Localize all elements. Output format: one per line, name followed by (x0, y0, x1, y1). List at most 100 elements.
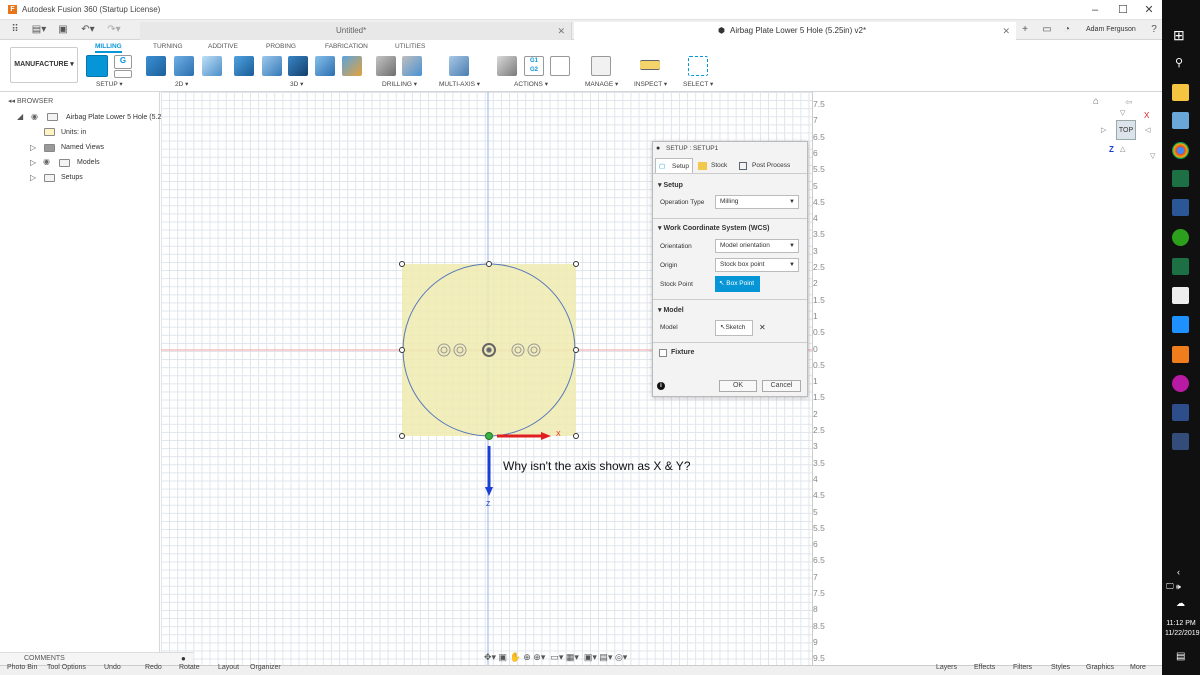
view-left-arrow-icon[interactable]: ▷ (1101, 126, 1106, 134)
group-3d[interactable]: 3D ▾ (290, 80, 303, 88)
photo-bin-button[interactable]: Photo Bin (7, 664, 37, 671)
redo-icon[interactable]: ↷▾ (104, 23, 124, 37)
group-multi-axis[interactable]: MULTI-AXIS ▾ (439, 80, 480, 88)
settings-app-icon[interactable] (1172, 433, 1189, 450)
2d-adaptive-icon[interactable] (146, 56, 166, 76)
setup-sheet-icon[interactable] (114, 70, 132, 78)
tab-stock[interactable]: Stock (695, 158, 733, 173)
redo-button[interactable]: Redo (145, 664, 162, 671)
filters-button[interactable]: Filters (1013, 664, 1032, 671)
visibility-eye-icon[interactable]: ◉ (31, 112, 38, 121)
view-right-arrow-icon[interactable]: ◁ (1145, 126, 1150, 134)
browser-item-setups[interactable]: Setups (61, 174, 83, 181)
minimize-button[interactable]: – (1082, 2, 1108, 18)
browser-item-units[interactable]: Units: in (61, 129, 86, 136)
undo-icon[interactable]: ↶▾ (78, 23, 98, 37)
effects-button[interactable]: Effects (974, 664, 995, 671)
rotate-view-icon[interactable]: ⇦ (1125, 97, 1133, 108)
close-tab-icon[interactable]: ✕ (557, 22, 565, 40)
expand-arrow-icon[interactable]: ◢ (17, 112, 23, 121)
section-fixture[interactable]: Fixture (671, 349, 694, 356)
media-app-icon[interactable] (1172, 375, 1189, 392)
box-point-button[interactable]: ↖ Box Point (715, 276, 760, 292)
3d-adaptive-icon[interactable] (234, 56, 254, 76)
visibility-eye-icon[interactable]: ◉ (43, 157, 50, 166)
simulate-icon[interactable] (497, 56, 517, 76)
scallop-icon[interactable] (342, 56, 362, 76)
view-down-arrow-icon[interactable]: △ (1120, 145, 1125, 153)
layers-button[interactable]: Layers (936, 664, 957, 671)
tablet-app-icon[interactable] (1172, 112, 1189, 129)
new-tab-icon[interactable]: + (1018, 23, 1032, 37)
section-setup[interactable]: ▾ Setup (658, 181, 683, 189)
section-wcs[interactable]: ▾ Work Coordinate System (WCS) (658, 224, 770, 232)
excel-online-icon[interactable] (1172, 258, 1189, 275)
extensions-icon[interactable]: ▭ (1040, 23, 1054, 37)
home-view-icon[interactable]: ⌂ (1093, 96, 1099, 107)
origin-select[interactable]: Stock box point ▼ (715, 258, 799, 272)
workspace-switcher[interactable]: MANUFACTURE ▾ (10, 47, 78, 83)
tab-post-process[interactable]: Post Process (735, 158, 799, 173)
tab-milling[interactable]: MILLING (95, 43, 122, 53)
file-menu-icon[interactable]: ▤▾ (30, 23, 48, 37)
new-setup-folder-icon[interactable] (86, 55, 108, 77)
word-icon[interactable] (1172, 199, 1189, 216)
user-name[interactable]: Adam Ferguson (1086, 26, 1136, 33)
browser-title[interactable]: ◂◂ BROWSER (8, 97, 53, 105)
group-inspect[interactable]: INSPECT ▾ (634, 80, 667, 88)
bore-icon[interactable] (402, 56, 422, 76)
chrome-icon[interactable] (1172, 142, 1189, 159)
maximize-button[interactable]: ☐ (1110, 2, 1136, 18)
clear-selection-icon[interactable]: ✕ (759, 323, 766, 332)
model-selection[interactable]: ↖Sketch (715, 320, 753, 336)
calculator-icon[interactable] (1172, 287, 1189, 304)
tool-library-icon[interactable] (591, 56, 611, 76)
navigation-bar[interactable]: ✥▾ ▣ ✋ ⊕ ⊕▾ ▭▾ ▦▾ ▣▾ ▤▾ ◎▾ (484, 652, 627, 663)
windows-start-icon[interactable]: ⊞ (1173, 27, 1185, 44)
rotate-button[interactable]: Rotate (179, 664, 200, 671)
orientation-select[interactable]: Model orientation ▼ (715, 239, 799, 253)
3d-pocket-icon[interactable] (262, 56, 282, 76)
excel-icon[interactable] (1172, 170, 1189, 187)
drill-icon[interactable] (376, 56, 396, 76)
tab-fabrication[interactable]: FABRICATION (325, 43, 368, 50)
save-icon[interactable]: ▣ (56, 23, 70, 37)
group-setup[interactable]: SETUP ▾ (96, 80, 123, 88)
browser-item-named-views[interactable]: Named Views (61, 144, 104, 151)
graphics-button[interactable]: Graphics (1086, 664, 1114, 671)
tab-setup[interactable]: ▢ Setup (655, 158, 693, 173)
job-status-icon[interactable]: ◔ (1060, 23, 1074, 37)
operation-type-select[interactable]: Milling ▼ (715, 195, 799, 209)
organizer-button[interactable]: Organizer (250, 664, 281, 671)
nc-program-icon[interactable]: G (114, 55, 132, 69)
tab-airbag-plate[interactable]: ⬢ Airbag Plate Lower 5 Hole (5.25in) v2*… (574, 22, 1016, 40)
layout-button[interactable]: Layout (218, 664, 239, 671)
search-icon[interactable]: ⚲ (1175, 56, 1183, 69)
tray-chevron-icon[interactable]: ‹ (1177, 567, 1180, 577)
tab-untitled[interactable]: Untitled* ✕ (140, 22, 572, 40)
system-clock[interactable]: 11:12 PM 11/22/2019 (1165, 619, 1200, 639)
multi-axis-icon[interactable] (449, 56, 469, 76)
viewcube[interactable]: TOP (1116, 120, 1136, 140)
info-icon[interactable]: i (657, 382, 665, 390)
ok-button[interactable]: OK (719, 380, 757, 392)
group-select[interactable]: SELECT ▾ (683, 80, 713, 88)
tool-options-button[interactable]: Tool Options (47, 664, 86, 671)
file-explorer-icon[interactable] (1172, 84, 1189, 101)
post-process-icon[interactable]: G1 G2 (524, 56, 544, 76)
expand-arrow-icon[interactable]: ▷ (30, 158, 36, 167)
tray-network-volume-icon[interactable]: 🖵 🕪 (1166, 582, 1181, 592)
view-up-arrow-icon[interactable]: ▽ (1120, 109, 1125, 117)
select-window-icon[interactable] (688, 56, 708, 76)
viewcube-menu-icon[interactable]: ▽ (1150, 152, 1155, 160)
undo-button[interactable]: Undo (104, 664, 121, 671)
group-2d[interactable]: 2D ▾ (175, 80, 188, 88)
radial-icon[interactable] (315, 56, 335, 76)
notifications-icon[interactable]: ▤ (1176, 651, 1185, 662)
group-drilling[interactable]: DRILLING ▾ (382, 80, 417, 88)
fusion-taskbar-icon[interactable] (1172, 346, 1189, 363)
steep-shallow-icon[interactable] (288, 56, 308, 76)
measure-icon[interactable] (640, 60, 660, 70)
tab-probing[interactable]: PROBING (266, 43, 296, 50)
close-window-button[interactable]: ✕ (1136, 2, 1162, 18)
